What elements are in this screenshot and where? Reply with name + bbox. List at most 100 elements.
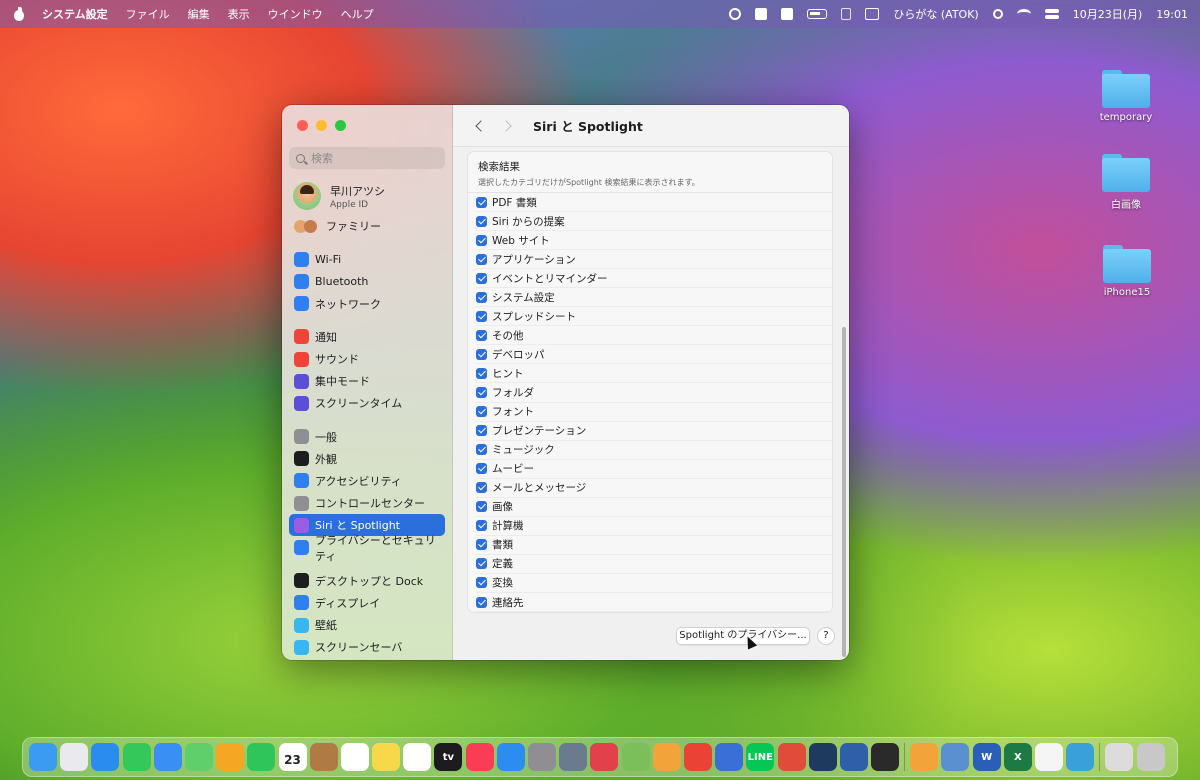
wifi-status-icon[interactable] xyxy=(1016,9,1031,19)
category-checkbox[interactable] xyxy=(476,463,487,475)
category-checkbox[interactable] xyxy=(476,539,487,551)
category-row[interactable]: ミュージック xyxy=(476,441,832,460)
launchpad-icon[interactable] xyxy=(60,743,89,771)
line-icon[interactable]: LINE xyxy=(746,743,775,771)
sidebar-item-family[interactable]: ファミリー xyxy=(289,215,445,237)
desktop-folder-white-image[interactable]: 白画像 xyxy=(1081,154,1171,211)
chrome-icon[interactable] xyxy=(683,743,712,771)
category-checkbox[interactable] xyxy=(476,482,487,494)
photos-icon[interactable] xyxy=(216,743,245,771)
category-row[interactable]: フォルダ xyxy=(476,383,832,403)
app-1-icon[interactable] xyxy=(590,743,619,771)
menu-view[interactable]: 表示 xyxy=(228,6,250,22)
battery-icon[interactable] xyxy=(807,9,828,19)
category-checkbox[interactable] xyxy=(476,596,487,608)
back-button[interactable] xyxy=(469,115,491,137)
category-row[interactable]: 画像 xyxy=(476,498,832,517)
freeform-icon[interactable] xyxy=(403,743,432,771)
menu-edit[interactable]: 編集 xyxy=(188,6,210,22)
app-2-icon[interactable] xyxy=(621,743,650,771)
sidebar-search-input[interactable]: 検索 xyxy=(289,147,445,169)
keyboard-icon[interactable] xyxy=(865,8,880,20)
category-row[interactable]: デベロッパ xyxy=(476,345,832,365)
sidebar-item-hand[interactable]: プライバシーとセキュリティ xyxy=(289,534,445,563)
sidebar-item-bell[interactable]: 通知 xyxy=(289,326,445,348)
category-row[interactable]: 変換 xyxy=(476,574,832,593)
app-5-icon[interactable] xyxy=(777,743,806,771)
textedit-icon[interactable] xyxy=(1035,743,1063,771)
category-row[interactable]: PDF 書類 xyxy=(476,193,832,213)
category-checkbox[interactable] xyxy=(476,253,487,265)
category-row[interactable]: プレゼンテーション xyxy=(476,422,832,441)
category-row[interactable]: ヒント xyxy=(476,364,832,384)
menu-window[interactable]: ウインドウ xyxy=(268,6,323,22)
app-8-icon[interactable] xyxy=(910,743,939,771)
category-checkbox[interactable] xyxy=(476,501,487,513)
category-row[interactable]: Siri からの提案 xyxy=(476,212,832,232)
category-checkbox[interactable] xyxy=(476,367,487,379)
category-checkbox[interactable] xyxy=(476,196,487,208)
reminders-icon[interactable] xyxy=(340,743,369,771)
category-row[interactable]: 計算機 xyxy=(476,517,832,536)
preview-icon[interactable] xyxy=(559,743,588,771)
category-row[interactable]: メールとメッセージ xyxy=(476,479,832,498)
category-checkbox[interactable] xyxy=(476,444,487,456)
terminal-icon[interactable] xyxy=(871,743,900,771)
sidebar-item-apple-id[interactable]: 早川アツシ Apple ID xyxy=(289,177,445,215)
menu-date[interactable]: 10月23日(月) xyxy=(1073,6,1143,22)
sidebar-item-dock[interactable]: デスクトップと Dock xyxy=(289,570,445,592)
messages-icon[interactable] xyxy=(122,743,151,771)
category-row[interactable]: 定義 xyxy=(476,555,832,574)
excel-icon[interactable]: X xyxy=(1003,743,1032,771)
app-6-icon[interactable] xyxy=(808,743,837,771)
category-checkbox[interactable] xyxy=(476,234,487,246)
system-settings-icon[interactable] xyxy=(528,743,556,771)
sidebar-item-sun[interactable]: ディスプレイ xyxy=(289,592,445,614)
zoom-button[interactable] xyxy=(335,120,346,131)
sidebar-item-bluetooth[interactable]: Bluetooth xyxy=(289,270,445,292)
category-checkbox[interactable] xyxy=(476,329,487,341)
desktop-folder-iphone15[interactable]: iPhone15 xyxy=(1082,245,1172,298)
safari-icon[interactable] xyxy=(91,743,120,771)
sidebar-item-speaker[interactable]: サウンド xyxy=(289,348,445,370)
appletv-icon[interactable]: tv xyxy=(434,743,463,771)
quicktime-icon[interactable] xyxy=(1066,743,1095,771)
cube-icon[interactable] xyxy=(781,8,794,20)
stage-icon[interactable] xyxy=(841,8,852,20)
category-checkbox[interactable] xyxy=(476,310,487,322)
sidebar-item-hourglass[interactable]: スクリーンタイム xyxy=(289,392,445,414)
calendar-icon[interactable]: 23 xyxy=(278,743,307,771)
category-checkbox[interactable] xyxy=(476,425,487,437)
category-row[interactable]: システム設定 xyxy=(476,288,832,308)
sidebar-item-appearance[interactable]: 外観 xyxy=(289,448,445,470)
category-row[interactable]: Web サイト xyxy=(476,231,832,251)
menu-app-name[interactable]: システム設定 xyxy=(42,6,108,22)
app-4-icon[interactable] xyxy=(715,743,744,771)
category-row[interactable]: アプリケーション xyxy=(476,250,832,270)
apple-menu-icon[interactable] xyxy=(12,7,26,21)
trash-icon[interactable] xyxy=(1136,743,1165,771)
input-method-label[interactable]: ひらがな (ATOK) xyxy=(893,6,978,22)
category-row[interactable]: その他 xyxy=(476,326,832,346)
close-button[interactable] xyxy=(297,120,308,131)
category-checkbox[interactable] xyxy=(476,406,487,418)
app-9-icon[interactable] xyxy=(941,743,970,771)
app-7-icon[interactable] xyxy=(839,743,868,771)
category-checkbox[interactable] xyxy=(476,577,487,589)
facetime-icon[interactable] xyxy=(247,743,276,771)
dropbox-icon[interactable] xyxy=(755,8,768,20)
category-checkbox[interactable] xyxy=(476,272,487,284)
minimize-button[interactable] xyxy=(316,120,327,131)
sidebar-item-screensaver[interactable]: スクリーンセーバ xyxy=(289,636,445,658)
maps-icon[interactable] xyxy=(184,743,213,771)
record-icon[interactable] xyxy=(729,8,742,20)
category-row[interactable]: スプレッドシート xyxy=(476,307,832,327)
spotlight-privacy-button[interactable]: Spotlight のプライバシー... xyxy=(676,627,810,645)
menu-help[interactable]: ヘルプ xyxy=(341,6,374,22)
appstore-icon[interactable] xyxy=(496,743,525,771)
menu-file[interactable]: ファイル xyxy=(126,6,170,22)
sidebar-item-gear[interactable]: 一般 xyxy=(289,426,445,448)
desktop-folder-temporary[interactable]: temporary xyxy=(1081,70,1171,123)
category-checkbox[interactable] xyxy=(476,520,487,532)
control-center-status-icon[interactable] xyxy=(1044,8,1059,20)
